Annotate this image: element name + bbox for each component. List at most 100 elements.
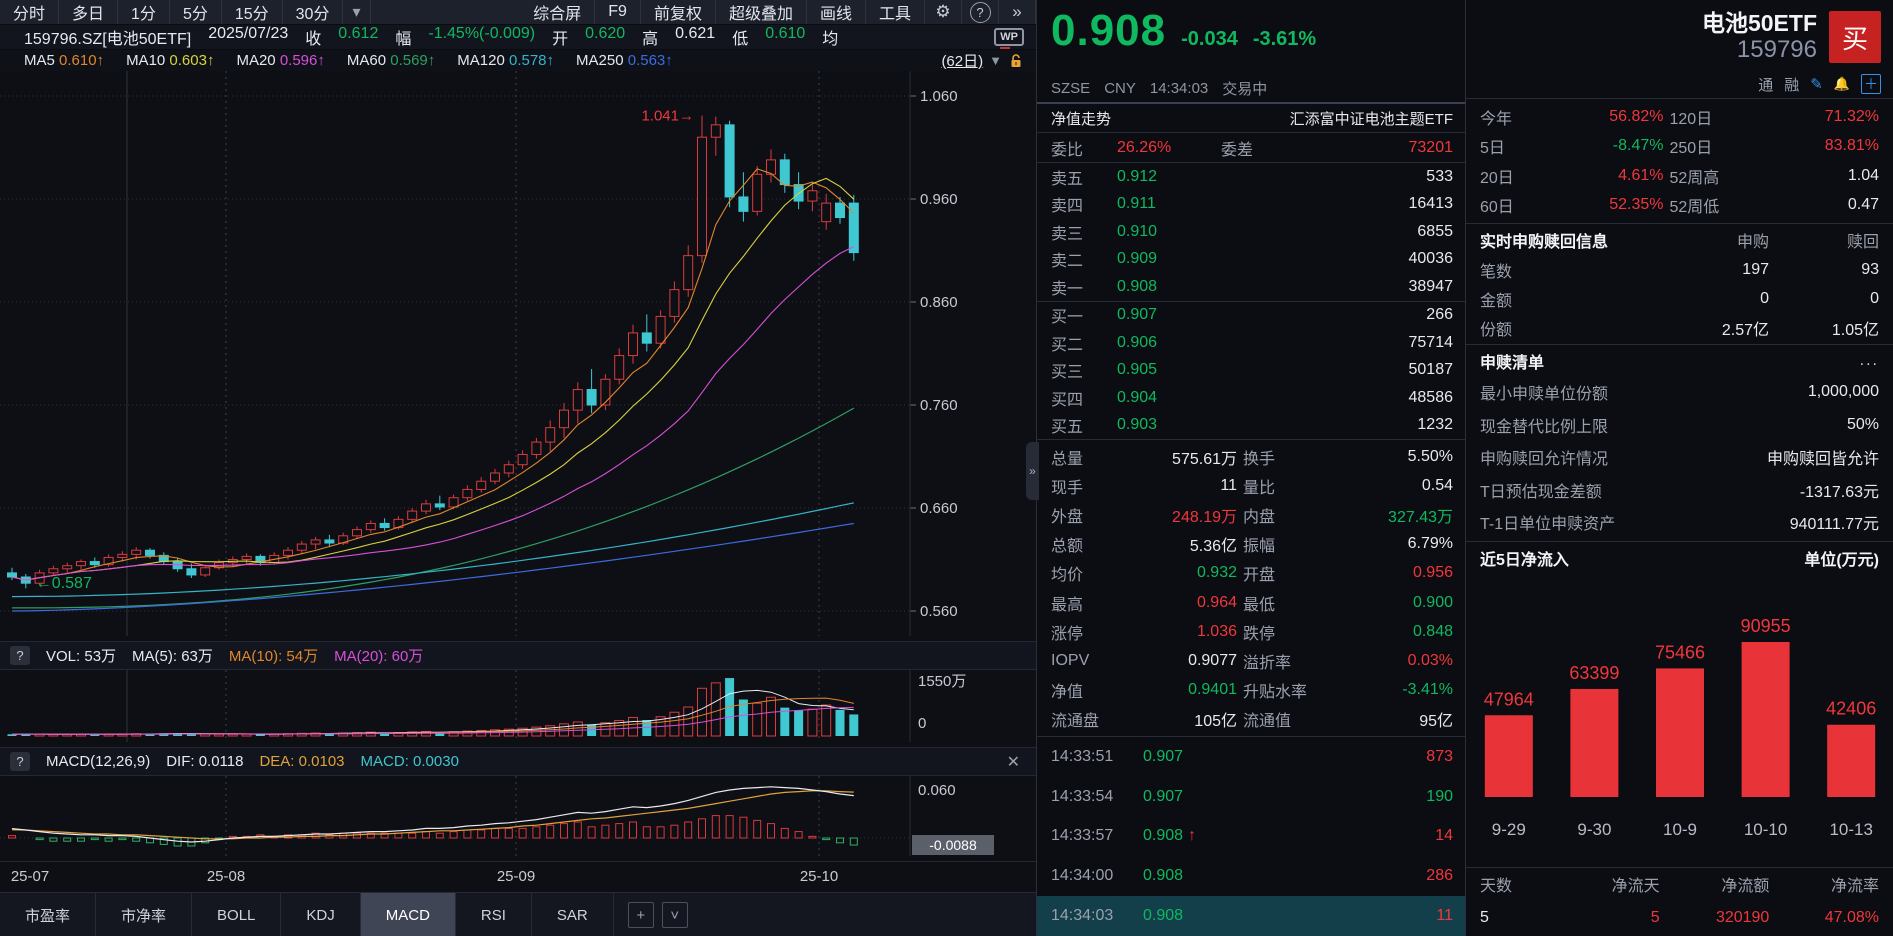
- volume-chart[interactable]: 1550万0: [0, 670, 1036, 742]
- book-level-label: 买二: [1051, 331, 1117, 355]
- candlestick-chart[interactable]: 1.0600.9600.8600.7600.6600.5601.041→←0.5…: [0, 71, 1036, 636]
- stat-value: 11: [1119, 477, 1237, 495]
- margin-rong-link[interactable]: 融: [1784, 74, 1799, 95]
- wp-monitor-icon[interactable]: WP: [994, 28, 1024, 46]
- stats-grid: 总量575.61万换手5.50%现手11量比0.54外盘248.19万内盘327…: [1037, 439, 1465, 737]
- macd-chart[interactable]: 0.060-0.0088: [0, 776, 1036, 856]
- indicator-tab-SAR[interactable]: SAR: [532, 893, 614, 936]
- tick-price: 0.907: [1143, 788, 1183, 806]
- ma-item-MA20: MA20 0.596↑: [236, 52, 324, 69]
- ask-row-2[interactable]: 卖二0.90940036: [1037, 246, 1465, 274]
- tool-tab-前复权[interactable]: 前复权: [641, 0, 716, 24]
- vol-seg-2: MA(10): 54万: [229, 645, 318, 666]
- more-icon[interactable]: »: [999, 0, 1036, 24]
- gear-icon[interactable]: ⚙: [925, 0, 962, 24]
- macd-help-icon[interactable]: ?: [10, 752, 30, 771]
- redeem-value: 93: [1769, 261, 1879, 279]
- period-dropdown-icon[interactable]: ▾: [343, 0, 370, 24]
- add-pane-icon[interactable]: +: [628, 902, 654, 928]
- svg-text:9-29: 9-29: [1492, 820, 1526, 839]
- exchange-seg-2: 14:34:03: [1150, 80, 1208, 97]
- vol-seg-3: MA(20): 60万: [334, 645, 423, 666]
- stat-value: 575.61万: [1119, 445, 1237, 469]
- flow-footer-values: 5532019047.08%: [1466, 900, 1893, 936]
- flow-header-0: 天数: [1480, 872, 1550, 896]
- etf-names: 电池50ETF 159796: [1702, 10, 1817, 64]
- bid-book: 买一0.907266买二0.90675714买三0.90550187买四0.90…: [1037, 302, 1465, 440]
- indicator-tab-市净率[interactable]: 市净率: [96, 893, 192, 936]
- period-tab-30分[interactable]: 30分: [283, 0, 344, 24]
- period-selector[interactable]: (62日) ▼: [941, 50, 1024, 71]
- period-toolbar: 分时多日1分5分15分30分 ▾ 综合屏F9前复权超级叠加画线工具 ⚙ ? »: [0, 0, 1036, 25]
- macd-seg-2: DEA: 0.0103: [259, 753, 344, 770]
- book-level-label: 买四: [1051, 386, 1117, 410]
- indicator-tab-市盈率[interactable]: 市盈率: [0, 893, 96, 936]
- redeem-row-3: T日预估现金差额-1317.63元: [1466, 474, 1893, 507]
- margin-tong-link[interactable]: 通: [1758, 74, 1773, 95]
- macd-legend: MACD(12,26,9)DIF: 0.0118DEA: 0.0103MACD:…: [46, 753, 459, 770]
- indicator-tab-BOLL[interactable]: BOLL: [192, 893, 281, 936]
- tool-tab-画线[interactable]: 画线: [807, 0, 866, 24]
- subscription-rows: 笔数19793金额00份额2.57亿1.05亿: [1466, 255, 1893, 342]
- volume-pane-header: ? VOL: 53万MA(5): 63万MA(10): 54万MA(20): 6…: [0, 641, 1036, 670]
- bid-row-5[interactable]: 买五0.9031232: [1037, 412, 1465, 440]
- panel-collapse-handle[interactable]: »: [1026, 442, 1039, 500]
- redeem-col-label: 赎回: [1769, 228, 1879, 252]
- bid-row-3[interactable]: 买三0.90550187: [1037, 357, 1465, 385]
- tick-volume: 190: [1426, 788, 1453, 806]
- perf-row-1: 5日-8.47%250日83.81%: [1466, 132, 1893, 162]
- tick-time: 14:34:00: [1051, 867, 1143, 885]
- tool-tab-F9[interactable]: F9: [595, 0, 641, 24]
- collapse-pane-icon[interactable]: ˅: [662, 902, 688, 928]
- ask-row-4[interactable]: 卖四0.91116413: [1037, 191, 1465, 219]
- symbol-info-row: 159796.SZ[电池50ETF]2025/07/23收0.612幅-1.45…: [0, 25, 1036, 50]
- ask-row-1[interactable]: 卖一0.90838947: [1037, 273, 1465, 301]
- unlock-icon[interactable]: [1008, 53, 1024, 69]
- tool-tab-超级叠加[interactable]: 超级叠加: [716, 0, 807, 24]
- net-inflow-section: 近5日净流入 单位(万元) 479649-29633999-307546610-…: [1466, 542, 1893, 936]
- period-tab-15分[interactable]: 15分: [222, 0, 283, 24]
- subscribe-label: 笔数: [1480, 258, 1659, 282]
- macd-seg-0: MACD(12,26,9): [46, 753, 150, 770]
- stat-row-0: 总量575.61万换手5.50%: [1037, 442, 1465, 471]
- svg-text:0.960: 0.960: [920, 191, 958, 208]
- stat-value: 0.932: [1119, 564, 1237, 582]
- redeem-value: 1.05亿: [1769, 316, 1879, 340]
- period-tab-分时[interactable]: 分时: [0, 0, 59, 24]
- buy-button[interactable]: 买: [1829, 11, 1881, 63]
- alert-bell-icon[interactable]: 🔔: [1834, 76, 1850, 92]
- indicator-tab-KDJ[interactable]: KDJ: [281, 893, 360, 936]
- redeem-row-0: 最小申赎单位份额1,000,000: [1466, 376, 1893, 409]
- book-price: 0.910: [1117, 223, 1221, 241]
- bid-row-4[interactable]: 买四0.90448586: [1037, 384, 1465, 412]
- bid-row-1[interactable]: 买一0.907266: [1037, 302, 1465, 330]
- ask-row-3[interactable]: 卖三0.9106855: [1037, 218, 1465, 246]
- subscribe-col-label: 申购: [1659, 228, 1769, 252]
- add-watchlist-icon[interactable]: ＋: [1861, 74, 1881, 94]
- svg-text:1550万: 1550万: [918, 673, 966, 690]
- vol-help-icon[interactable]: ?: [10, 646, 30, 665]
- bid-row-2[interactable]: 买二0.90675714: [1037, 329, 1465, 357]
- nav-trend-link[interactable]: 净值走势: [1051, 108, 1111, 129]
- indicator-tab-MACD[interactable]: MACD: [361, 893, 456, 936]
- stat-label: 量比: [1243, 474, 1329, 498]
- edit-icon[interactable]: ✎: [1810, 75, 1823, 93]
- stat-value: 105亿: [1119, 707, 1237, 731]
- price-change: -0.034: [1181, 28, 1238, 51]
- ma-value: 0.596↑: [280, 52, 325, 69]
- help-icon[interactable]: ?: [962, 0, 999, 24]
- tick-volume: 873: [1426, 748, 1453, 766]
- close-icon[interactable]: ✕: [1007, 752, 1026, 772]
- stat-label: 升贴水率: [1243, 678, 1329, 702]
- ma-legend-items: MA5 0.610↑MA10 0.603↑MA20 0.596↑MA60 0.5…: [24, 52, 673, 69]
- ask-row-5[interactable]: 卖五0.912533: [1037, 163, 1465, 191]
- period-tab-1分[interactable]: 1分: [118, 0, 170, 24]
- stat-label: 内盘: [1243, 503, 1329, 527]
- tool-tab-综合屏[interactable]: 综合屏: [520, 0, 595, 24]
- indicator-tab-RSI[interactable]: RSI: [456, 893, 532, 936]
- period-label: (62日): [941, 50, 983, 71]
- tool-tab-工具[interactable]: 工具: [866, 0, 925, 24]
- period-tab-5分[interactable]: 5分: [170, 0, 222, 24]
- more-icon[interactable]: ...: [1860, 352, 1879, 370]
- period-tab-多日[interactable]: 多日: [59, 0, 118, 24]
